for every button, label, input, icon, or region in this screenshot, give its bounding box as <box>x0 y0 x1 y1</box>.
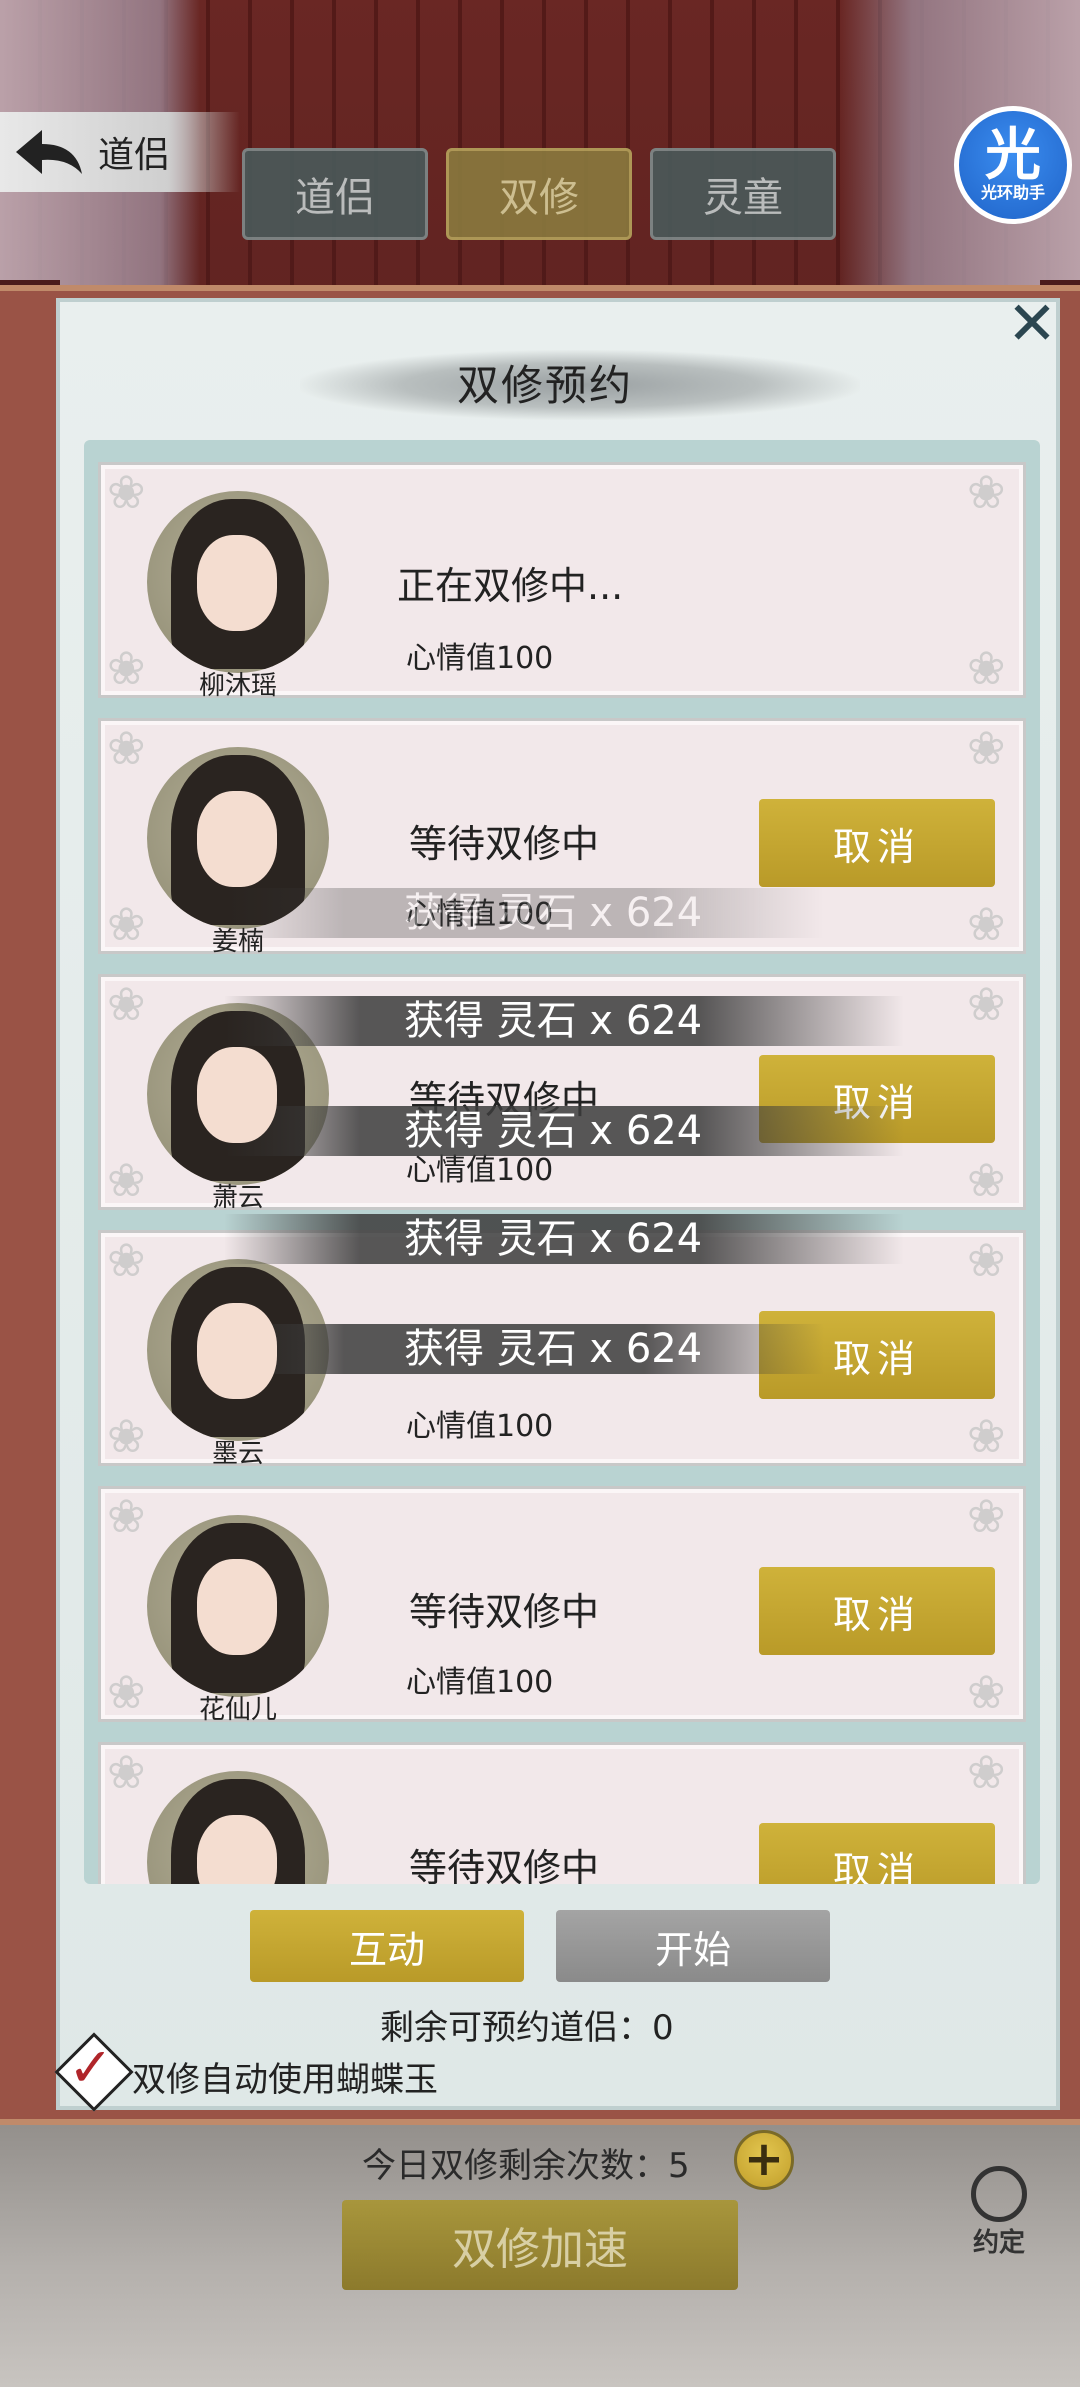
appointment-button[interactable]: 约定 <box>964 2166 1034 2258</box>
partner-status: 正在双修中... <box>397 564 624 608</box>
interact-button[interactable]: 互动 <box>250 1910 524 1982</box>
corner-ornament: ❀ <box>107 1745 146 1799</box>
tab-shuangxiu[interactable]: 双修 <box>446 148 632 240</box>
appointment-label: 约定 <box>972 2228 1025 2258</box>
today-remaining-count: 今日双修剩余次数：5 <box>362 2146 690 2186</box>
corner-ornament: ❀ <box>967 1409 1006 1463</box>
checkmark-icon: ✓ <box>68 2036 114 2099</box>
corner-ornament: ❀ <box>107 977 146 1031</box>
dialog-title: 双修预约 <box>456 361 633 410</box>
top-tabs: 道侣 双修 灵童 <box>242 148 836 240</box>
corner-ornament: ❀ <box>967 1233 1006 1287</box>
corner-ornament: ❀ <box>967 641 1006 695</box>
partner-name: 萧云 <box>211 1183 264 1213</box>
corner-ornament: ❀ <box>107 465 146 519</box>
partner-status: 等待双修中 <box>409 1590 600 1634</box>
corner-ornament: ❀ <box>107 1409 146 1463</box>
corner-ornament: ❀ <box>967 1665 1006 1719</box>
appointment-icon <box>971 2166 1027 2222</box>
partner-name: 柳沐瑶 <box>198 671 277 701</box>
helper-label: 光环助手 <box>980 183 1045 202</box>
partner-portrait <box>147 491 329 673</box>
helper-button[interactable]: 光 光环助手 <box>954 106 1072 224</box>
corner-ornament: ❀ <box>107 641 146 695</box>
cancel-button[interactable]: 取消 <box>759 1823 995 1884</box>
partner-mood: 心情值100 <box>406 641 554 676</box>
corner-ornament: ❀ <box>107 1489 146 1543</box>
partner-status: 等待双修中 <box>409 1846 600 1884</box>
remaining-reservations: 剩余可预约道侣：0 <box>380 2008 674 2048</box>
cancel-button[interactable]: 取消 <box>759 799 995 887</box>
reward-toast: 获得 灵石 x 624 <box>224 996 904 1046</box>
back-label: 道侣 <box>98 135 171 176</box>
start-button[interactable]: 开始 <box>556 1910 830 1982</box>
partner-name: 墨云 <box>211 1439 264 1469</box>
partner-card: ❀ ❀ ❀ ❀ 柳沐瑶 正在双修中... 心情值100 <box>98 462 1026 701</box>
partner-list[interactable]: ❀ ❀ ❀ ❀ 柳沐瑶 正在双修中... 心情值100 ❀ ❀ ❀ ❀ 姜楠 等… <box>84 440 1040 1884</box>
corner-ornament: ❀ <box>107 1665 146 1719</box>
helper-logo: 光 <box>985 123 1041 188</box>
corner-ornament: ❀ <box>967 977 1006 1031</box>
corner-ornament: ❀ <box>107 897 146 951</box>
partner-portrait <box>147 1515 329 1697</box>
corner-ornament: ❀ <box>107 1233 146 1287</box>
corner-ornament: ❀ <box>967 465 1006 519</box>
corner-ornament: ❀ <box>107 721 146 775</box>
add-count-button[interactable]: + <box>734 2130 794 2190</box>
corner-ornament: ❀ <box>967 1153 1006 1207</box>
partner-name: 花仙儿 <box>198 1695 277 1725</box>
partner-mood: 心情值100 <box>406 1665 554 1700</box>
auto-use-label: 双修自动使用蝴蝶玉 <box>132 2060 438 2100</box>
reward-toast: 获得 灵石 x 624 <box>224 888 824 938</box>
tab-lingtong[interactable]: 灵童 <box>650 148 836 240</box>
reward-toast: 获得 灵石 x 624 <box>224 1214 904 1264</box>
speed-up-button[interactable]: 双修加速 <box>342 2200 738 2290</box>
partner-mood: 心情值100 <box>406 1409 554 1444</box>
corner-ornament: ❀ <box>967 721 1006 775</box>
reward-toast: 获得 灵石 x 624 <box>224 1324 824 1374</box>
close-icon[interactable]: ✕ <box>1004 294 1060 354</box>
cancel-button[interactable]: 取消 <box>759 1567 995 1655</box>
corner-ornament: ❀ <box>107 1153 146 1207</box>
partner-status: 等待双修中 <box>409 822 600 866</box>
partner-card: ❀ ❀ ❀ ❀ 花仙儿 等待双修中 心情值100 取消 <box>98 1486 1026 1725</box>
tab-daolv[interactable]: 道侣 <box>242 148 428 240</box>
partner-portrait <box>147 1771 329 1884</box>
corner-ornament: ❀ <box>967 897 1006 951</box>
corner-ornament: ❀ <box>967 1745 1006 1799</box>
reward-toast: 获得 灵石 x 624 <box>224 1106 904 1156</box>
back-button[interactable]: 道侣 <box>0 112 240 192</box>
back-arrow-icon <box>16 130 82 174</box>
partner-card: ❀ ❀ 等待双修中 取消 <box>98 1742 1026 1884</box>
corner-ornament: ❀ <box>967 1489 1006 1543</box>
